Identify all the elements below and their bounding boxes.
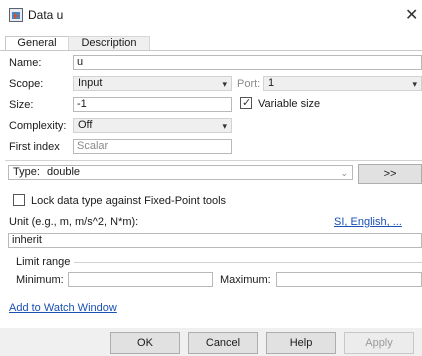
ok-button[interactable]: OK — [110, 332, 180, 354]
unit-field[interactable]: inherit — [8, 233, 422, 248]
chevron-down-icon: ▾ — [222, 79, 227, 89]
complexity-dropdown[interactable]: Off ▾ — [73, 118, 232, 133]
maximum-field[interactable] — [276, 272, 422, 287]
limit-range-divider — [74, 262, 422, 263]
minimum-label: Minimum: — [16, 274, 64, 286]
tab-description[interactable]: Description — [68, 36, 150, 51]
scope-dropdown[interactable]: Input ▾ — [73, 76, 232, 91]
data-object-icon — [9, 8, 23, 22]
section-divider — [5, 160, 422, 161]
help-button[interactable]: Help — [266, 332, 336, 354]
maximum-label: Maximum: — [220, 274, 271, 286]
type-dropdown[interactable]: Type: double ⌄ — [8, 165, 353, 180]
unit-system-link[interactable]: SI, English, ... — [334, 216, 402, 228]
close-icon[interactable]: ✕ — [405, 5, 418, 25]
name-field[interactable]: u — [73, 55, 422, 70]
add-to-watch-window-link[interactable]: Add to Watch Window — [9, 302, 117, 314]
complexity-label: Complexity: — [9, 120, 67, 132]
variable-size-label: Variable size — [258, 98, 321, 110]
complexity-value: Off — [78, 119, 93, 131]
port-value: 1 — [268, 77, 275, 89]
minimum-field[interactable] — [68, 272, 213, 287]
lock-data-type-checkbox[interactable] — [13, 194, 25, 206]
type-value: double — [46, 166, 81, 178]
chevron-down-icon: ⌄ — [340, 168, 348, 178]
port-dropdown[interactable]: 1 ▾ — [263, 76, 422, 91]
unit-label: Unit (e.g., m, m/s^2, N*m): — [9, 216, 139, 228]
type-label: Type: — [13, 166, 40, 178]
scope-value: Input — [78, 77, 103, 89]
first-index-label: First index — [9, 141, 60, 153]
name-label: Name: — [9, 57, 42, 69]
data-type-assistant-button[interactable]: >> — [358, 164, 422, 184]
window-title: Data u — [28, 8, 64, 22]
apply-button[interactable]: Apply — [344, 332, 414, 354]
scope-label: Scope: — [9, 78, 44, 90]
variable-size-checkbox[interactable] — [240, 96, 252, 109]
tab-divider — [0, 50, 422, 51]
limit-range-label: Limit range — [16, 256, 71, 268]
first-index-field[interactable]: Scalar — [73, 139, 232, 154]
tab-general[interactable]: General — [5, 36, 69, 51]
cancel-button[interactable]: Cancel — [188, 332, 258, 354]
chevron-down-icon: ▾ — [412, 79, 417, 89]
chevron-down-icon: ▾ — [222, 121, 227, 131]
size-field[interactable]: -1 — [73, 97, 232, 112]
size-label: Size: — [9, 99, 34, 111]
lock-data-type-label: Lock data type against Fixed-Point tools — [31, 195, 227, 207]
port-label: Port: — [237, 78, 261, 90]
